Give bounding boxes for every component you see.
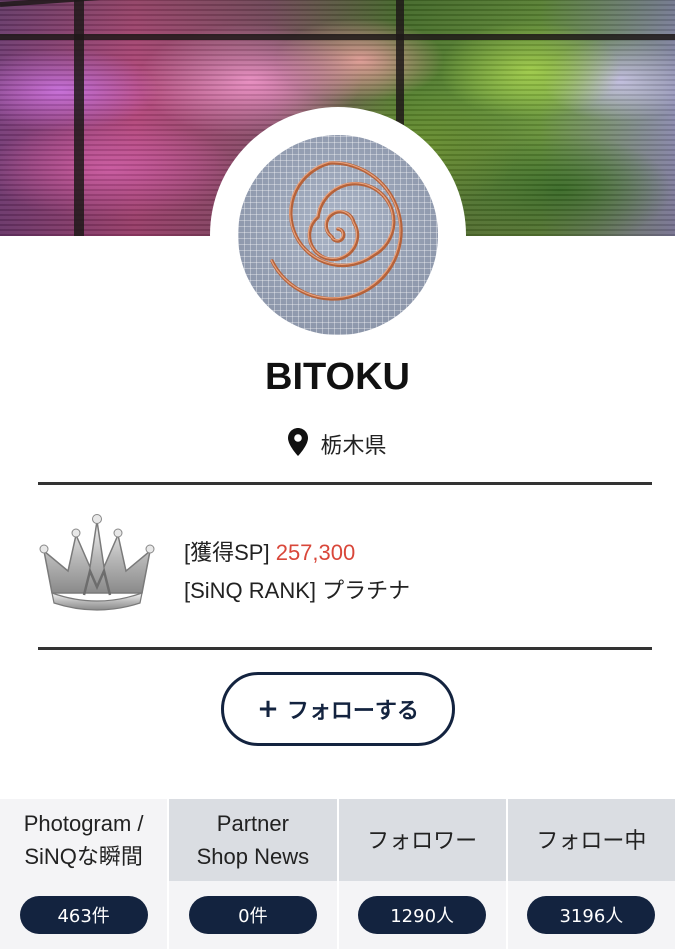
profile-tabs: Photogram / SiNQな瞬間 463件 Partner Shop Ne…: [0, 799, 675, 949]
count-badge: 463件: [19, 896, 148, 934]
follow-button[interactable]: + フォローする: [221, 672, 455, 746]
plus-icon: +: [257, 694, 279, 724]
tab-following[interactable]: フォロー中 3196人: [507, 799, 675, 949]
tab-photogram[interactable]: Photogram / SiNQな瞬間 463件: [0, 799, 170, 949]
tab-label-line1: Partner: [216, 811, 289, 836]
rank-line: [SiNQ RANK] プラチナ: [184, 573, 410, 605]
tab-label-line1: Photogram /: [23, 811, 144, 836]
tab-label: フォロー中: [536, 827, 647, 853]
profile-page: BITOKU 栃木県 [獲得SP] 257,300 [SiNQ RANK] プラ…: [0, 0, 675, 949]
sp-label: [獲得SP]: [184, 540, 270, 565]
count-badge: 1290人: [358, 896, 487, 934]
tab-label: フォロワー: [367, 827, 478, 853]
user-name: BITOKU: [265, 356, 410, 398]
sp-line: [獲得SP] 257,300: [184, 535, 355, 567]
location-text: 栃木県: [320, 434, 387, 459]
crown-icon: [38, 513, 156, 613]
count-badge: 0件: [188, 896, 317, 934]
map-pin-icon: [288, 428, 309, 460]
rank-label: [SiNQ RANK]: [184, 578, 317, 603]
sp-value: 257,300: [275, 540, 356, 565]
location: 栃木県: [0, 428, 675, 460]
rank-value: プラチナ: [322, 578, 411, 603]
tab-partner-shop-news[interactable]: Partner Shop News 0件: [169, 799, 339, 949]
rank-block: [獲得SP] 257,300 [SiNQ RANK] プラチナ: [38, 505, 652, 635]
tab-label-line2: Shop News: [196, 844, 310, 869]
tab-label-line2: SiNQな瞬間: [24, 844, 143, 869]
tab-followers[interactable]: フォロワー 1290人: [338, 799, 508, 949]
divider-bottom: [38, 647, 652, 650]
divider-top: [38, 482, 652, 485]
count-badge: 3196人: [527, 896, 656, 934]
avatar: [238, 135, 438, 335]
follow-label: フォローする: [286, 699, 419, 724]
